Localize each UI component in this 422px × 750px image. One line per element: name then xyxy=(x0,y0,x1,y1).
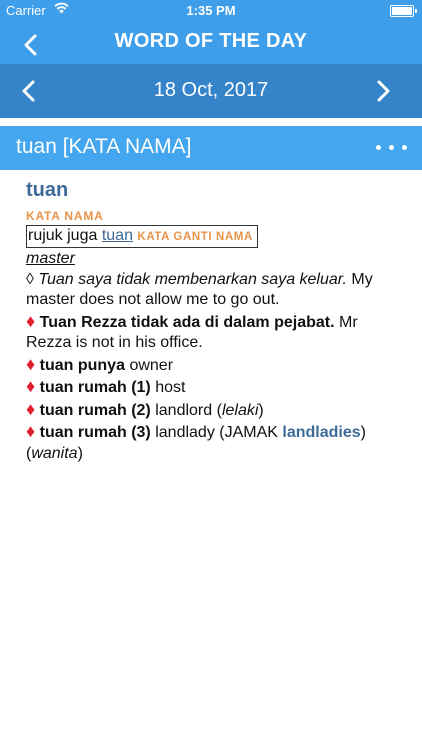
headword-bar: tuan [KATA NAMA] xyxy=(0,126,422,170)
diamond-icon: ♦ xyxy=(26,398,36,419)
diamond-icon: ♦ xyxy=(26,310,36,331)
example-marker: ◊ xyxy=(26,270,34,288)
diamond-icon: ♦ xyxy=(26,376,36,396)
entry-word: tuan xyxy=(26,179,69,201)
example-malay: Tuan saya tidak membenarkan saya keluar. xyxy=(38,270,347,288)
more-button[interactable] xyxy=(374,134,410,160)
sense-note: (lelaki) xyxy=(216,401,264,419)
plural-note: (JAMAK xyxy=(219,424,278,441)
sense-malay: tuan rumah (2) xyxy=(39,401,151,419)
page-title: WORD OF THE DAY xyxy=(114,30,308,52)
see-also-box: rujuk juga tuan KATA GANTI NAMA xyxy=(26,224,258,248)
see-also-prefix: rujuk juga xyxy=(28,226,98,244)
nav-bar: WORD OF THE DAY xyxy=(0,22,422,64)
more-dots-icon xyxy=(389,145,394,150)
dictionary-entry: tuan KATA NAMA rujuk juga tuan KATA GANT… xyxy=(26,180,406,464)
sense-malay: tuan rumah (1) xyxy=(39,379,151,396)
battery-icon xyxy=(390,5,417,17)
sense-malay: tuan punya xyxy=(39,356,125,374)
plural-link[interactable]: landladies xyxy=(282,424,360,441)
sense-note: (wanita) xyxy=(26,444,83,462)
sense-item: ♦ tuan rumah (2) landlord (lelaki) xyxy=(26,399,406,422)
sense-english: host xyxy=(155,379,186,396)
next-date-button[interactable] xyxy=(368,76,398,106)
status-bar: Carrier 1:35 PM xyxy=(0,0,422,22)
translation: master xyxy=(26,250,75,267)
clock: 1:35 PM xyxy=(186,3,236,18)
diamond-icon: ♦ xyxy=(26,421,36,441)
current-date: 18 Oct, 2017 xyxy=(153,79,269,101)
plural-close: ) xyxy=(360,424,366,441)
sense-malay: tuan rumah (3) xyxy=(39,424,151,441)
sense-malay: Tuan Rezza tidak ada di dalam pejabat. xyxy=(39,313,335,331)
sense-english: landlord xyxy=(155,401,213,419)
sense-english: landlady xyxy=(155,424,215,441)
sense-item: ♦ Tuan Rezza tidak ada di dalam pejabat.… xyxy=(26,311,406,354)
diamond-icon: ♦ xyxy=(26,353,36,374)
sense-item: ♦ tuan punya owner xyxy=(26,354,406,377)
see-also-link[interactable]: tuan xyxy=(102,227,133,244)
sense-item: ♦ tuan rumah (1) host xyxy=(26,376,406,399)
sense-english: owner xyxy=(129,356,174,374)
headword-title: tuan [KATA NAMA] xyxy=(16,135,192,158)
example: ◊ Tuan saya tidak membenarkan saya kelua… xyxy=(26,270,406,311)
sense-item: ♦ tuan rumah (3) landlady (JAMAK landlad… xyxy=(26,421,406,464)
see-also-pos: KATA GANTI NAMA xyxy=(137,230,253,243)
date-bar: 18 Oct, 2017 xyxy=(0,64,422,118)
part-of-speech: KATA NAMA xyxy=(26,208,104,223)
more-dots-icon xyxy=(376,145,381,150)
chevron-right-icon xyxy=(377,80,390,102)
more-dots-icon xyxy=(402,145,407,150)
